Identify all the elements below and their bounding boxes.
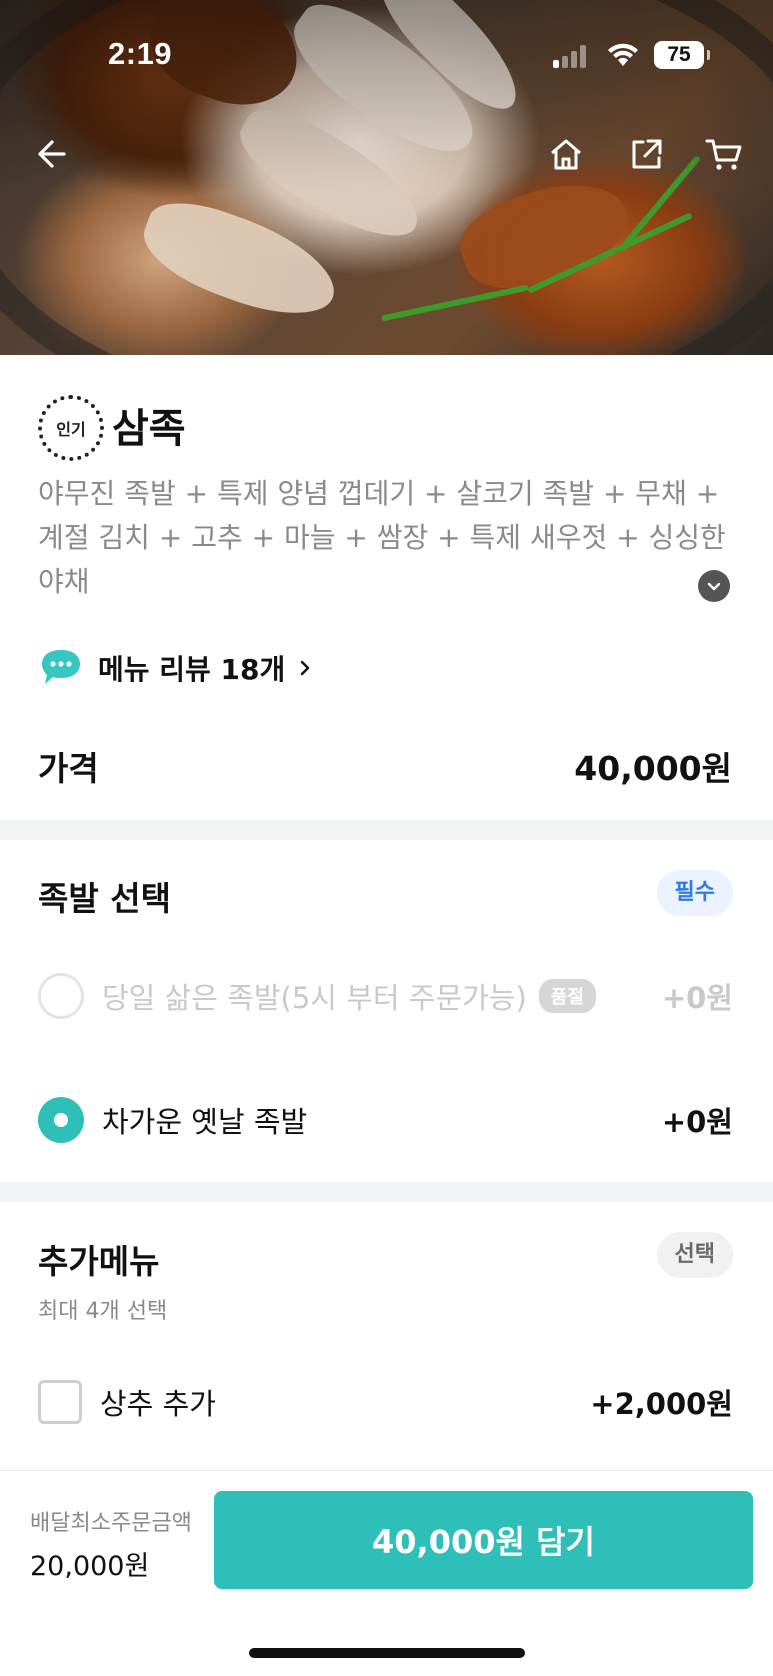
chevron-down-icon [707,582,721,591]
option-row-disabled: 당일 삶은 족발(5시 부터 주문가능) 품절 +0원 [38,966,733,1026]
radio-button [38,973,84,1019]
chevron-right-icon [301,660,310,676]
min-order-value: 20,000원 [30,1551,150,1582]
option-label: 차가운 옛날 족발 [102,1105,308,1139]
section-divider [0,820,773,840]
min-order-label: 배달최소주문금액 [30,1511,192,1536]
option-row-selected[interactable]: 차가운 옛날 족발 +0원 [38,1090,733,1150]
option-group-title: 추가메뉴 [38,1242,160,1281]
speech-bubble-icon [42,650,80,684]
home-indicator[interactable] [249,1648,525,1658]
product-description: 야무진 족발 + 특제 양념 껍데기 + 살코기 족발 + 무채 + 계절 김치… [38,477,726,598]
product-name: 삼족 [112,406,186,452]
option-price: +2,000원 [590,1387,733,1421]
home-icon[interactable] [540,128,592,180]
price-value: 40,000원 [574,749,732,788]
add-to-cart-button[interactable]: 40,000원 담기 [214,1491,753,1589]
sold-out-badge: 품절 [538,979,596,1013]
section-divider [0,1182,773,1202]
option-label: 상추 추가 [100,1387,216,1421]
option-group-subtitle: 최대 4개 선택 [38,1299,168,1324]
option-group-title: 족발 선택 [38,879,171,918]
review-count-label: 메뉴 리뷰 18개 [98,653,286,686]
optional-tag: 선택 [656,1232,733,1278]
required-tag: 필수 [656,870,733,916]
battery-indicator: 75 [654,41,710,69]
menu-review-link[interactable]: 메뉴 리뷰 18개 [38,646,315,690]
cellular-signal-icon [553,44,589,68]
expand-description-button[interactable] [698,570,730,602]
popular-badge: 인기 [38,395,104,461]
status-time: 2:19 [108,36,173,71]
cart-icon[interactable] [698,128,750,180]
option-price: +0원 [661,981,733,1015]
option-row-checkbox[interactable]: 상추 추가 +2,000원 [38,1372,733,1432]
share-icon[interactable] [620,128,672,180]
price-label: 가격 [38,749,99,788]
checkbox[interactable] [38,1380,82,1424]
back-arrow-icon[interactable] [24,128,76,180]
option-label: 당일 삶은 족발(5시 부터 주문가능) [102,981,527,1015]
option-price: +0원 [661,1105,733,1139]
wifi-icon [606,42,640,68]
radio-button-selected[interactable] [38,1097,84,1143]
